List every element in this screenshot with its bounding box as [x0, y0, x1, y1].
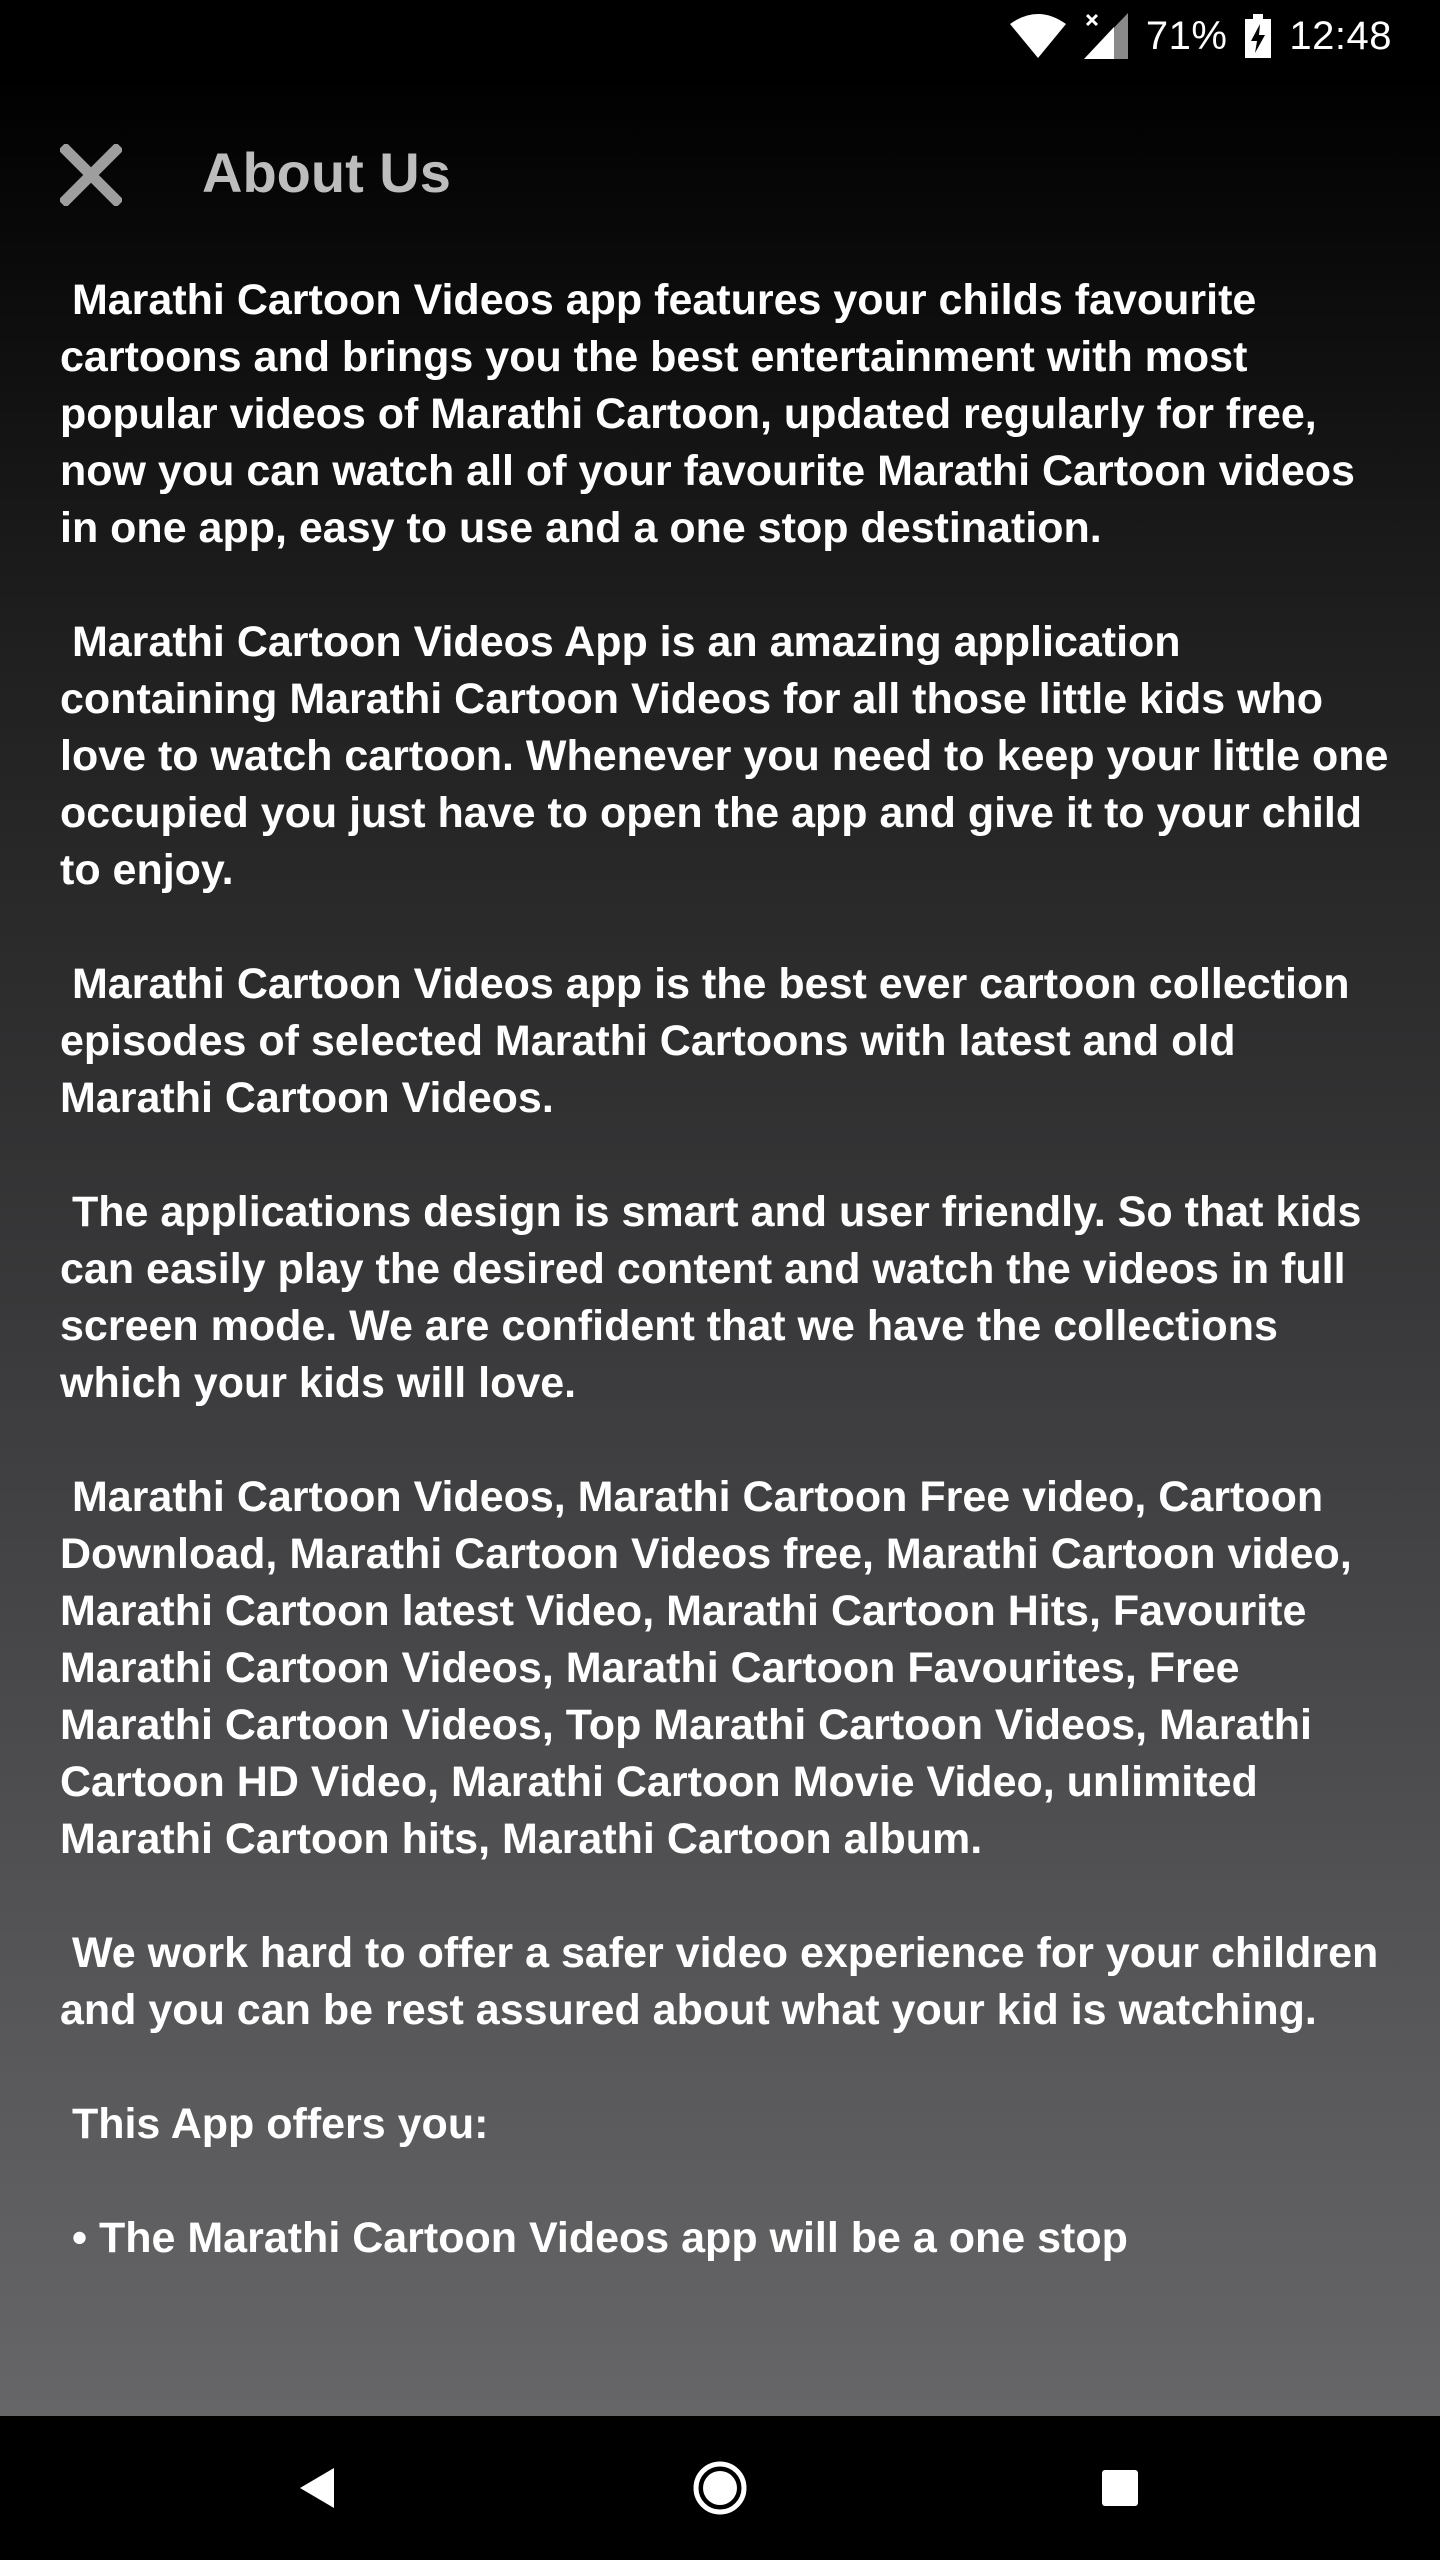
- clock: 12:48: [1289, 13, 1392, 58]
- screen: 71% 12:48 About Us Marathi Cartoon Video…: [0, 0, 1440, 2560]
- back-button[interactable]: [216, 2416, 416, 2560]
- close-button[interactable]: [48, 132, 134, 218]
- home-button[interactable]: [620, 2416, 820, 2560]
- close-icon: [60, 144, 122, 206]
- content-area: About Us Marathi Cartoon Videos app feat…: [0, 72, 1440, 2416]
- back-icon: [300, 2468, 334, 2508]
- wifi-icon: [1009, 14, 1066, 58]
- recents-button[interactable]: [1020, 2416, 1220, 2560]
- page-title: About Us: [202, 141, 451, 204]
- about-paragraph-3: Marathi Cartoon Videos app is the best e…: [60, 960, 1362, 1122]
- about-paragraph-6: We work hard to offer a safer video expe…: [60, 1929, 1391, 2034]
- about-paragraph-7: This App offers you:: [60, 2100, 489, 2148]
- signal-icon: [1083, 13, 1128, 59]
- about-paragraph-8: • The Marathi Cartoon Videos app will be…: [60, 2214, 1128, 2262]
- about-paragraph-4: The applications design is smart and use…: [60, 1188, 1374, 1407]
- status-icons: 71% 12:48: [1009, 0, 1392, 72]
- navigation-bar: [0, 2416, 1440, 2560]
- about-paragraph-2: Marathi Cartoon Videos App is an amazing…: [60, 618, 1400, 894]
- app-bar: About Us: [0, 72, 1440, 272]
- recents-icon: [1102, 2470, 1138, 2506]
- about-paragraph-1: Marathi Cartoon Videos app features your…: [60, 276, 1367, 552]
- battery-percent: 71%: [1145, 13, 1228, 58]
- about-paragraph-5: Marathi Cartoon Videos, Marathi Cartoon …: [60, 1473, 1364, 1863]
- home-icon: [693, 2461, 747, 2515]
- about-text[interactable]: Marathi Cartoon Videos app features your…: [60, 272, 1400, 2416]
- battery-charging-icon: [1245, 14, 1272, 58]
- status-bar: 71% 12:48: [0, 0, 1440, 72]
